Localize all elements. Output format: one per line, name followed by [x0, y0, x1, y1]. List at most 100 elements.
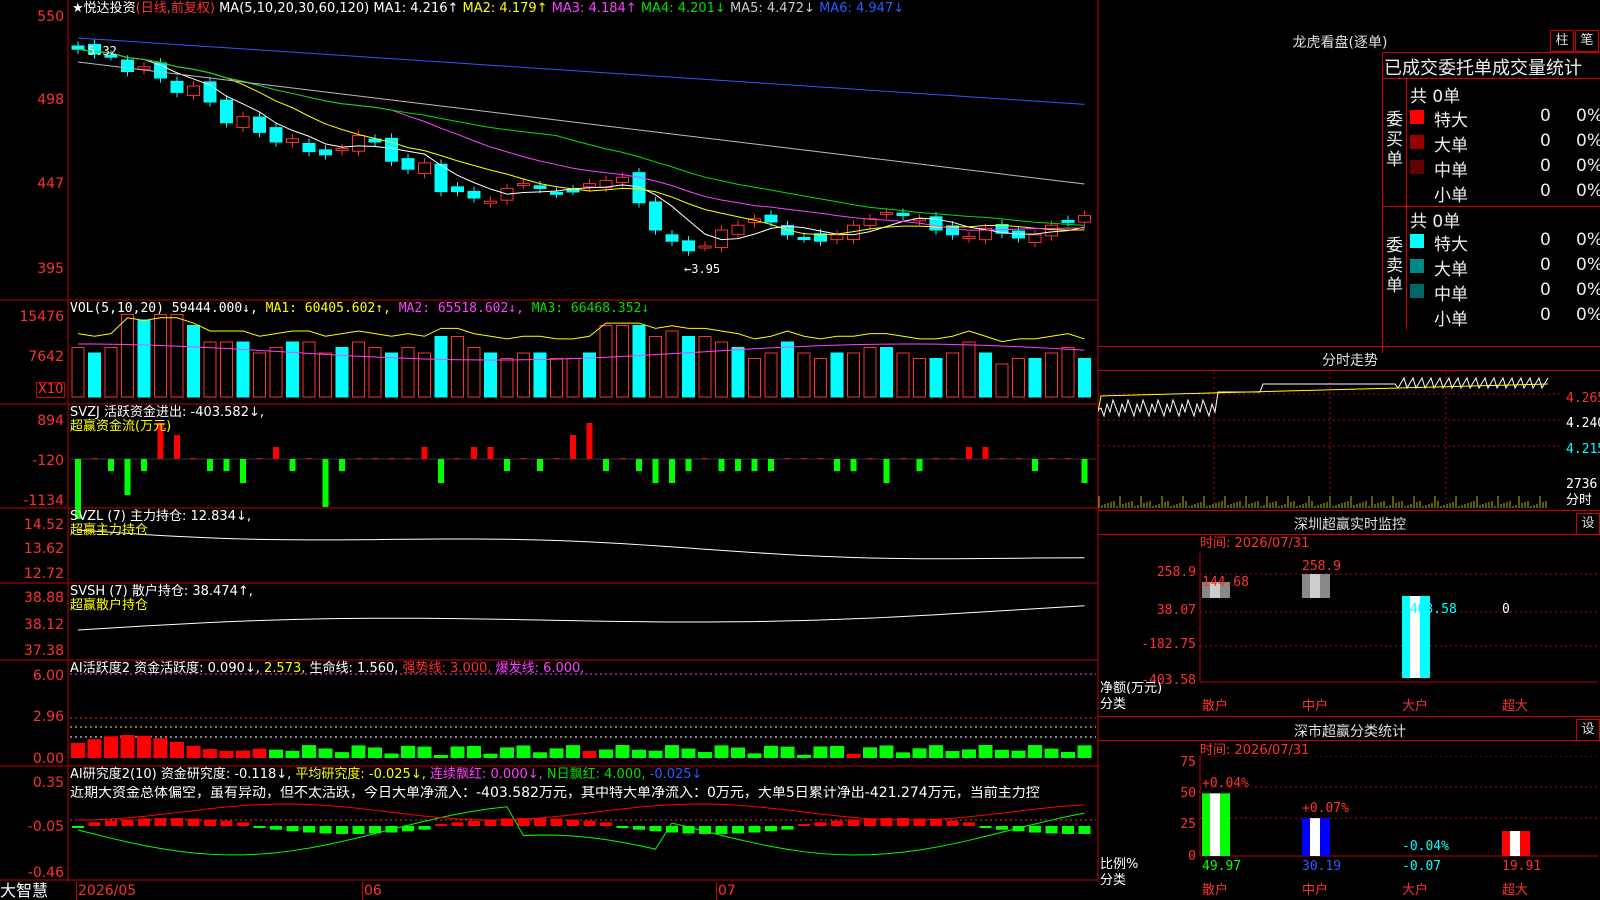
- ai-research-bar: [352, 826, 365, 834]
- volume-bar: [566, 358, 580, 398]
- ai-active-bar: [120, 735, 135, 758]
- ai-active-bar: [681, 748, 696, 758]
- ai-active-bar: [285, 750, 300, 758]
- volume-bar: [1012, 358, 1025, 398]
- ai-active-bar: [269, 749, 283, 758]
- ai-active-bar: [731, 747, 745, 758]
- candle-body: [1028, 234, 1042, 243]
- svzj-header: SVZJ 活跃资金进出: -403.582↓,: [70, 405, 265, 420]
- ai-research-bar: [1078, 826, 1091, 834]
- candle-body: [121, 59, 134, 73]
- column-toggle-button[interactable]: 柱: [1550, 30, 1574, 52]
- date-axis-1: 06: [364, 883, 382, 899]
- ai-research-bar: [220, 820, 233, 826]
- candle-body: [880, 211, 893, 215]
- candle-body: [517, 183, 530, 187]
- svzl-axis-1: 13.62: [23, 541, 64, 557]
- volume-bar: [434, 336, 448, 398]
- monitor-bar-value: 258.9: [1302, 559, 1342, 574]
- class-bar: [1302, 818, 1330, 856]
- ma-item-3: MA3: 4.184↑: [551, 1, 641, 16]
- ai-research-bar: [567, 819, 579, 826]
- tick-toggle-button[interactable]: 笔: [1575, 30, 1599, 52]
- volume-bar: [385, 352, 398, 398]
- ai-active-bar: [665, 745, 679, 758]
- candle-body: [1078, 215, 1091, 223]
- svzj-subtitle: 超赢资金流(万元): [70, 419, 172, 434]
- candle-body: [187, 85, 200, 96]
- ai-active-bar: [599, 749, 613, 758]
- volume-unit: X10: [36, 382, 66, 398]
- tab-volume-stats[interactable]: 成交量统计: [1492, 58, 1582, 79]
- ai-commentary: 近期大资金总体偏空，虽有异动，但不太活跃，今日大单净流入：-403.582万元，…: [70, 786, 1040, 800]
- volume-bar: [319, 352, 332, 398]
- monitor-axis-0: 258.9: [1156, 565, 1196, 580]
- ai-active-bar: [219, 750, 234, 758]
- ai-research-bar: [451, 822, 464, 826]
- candle-body: [962, 235, 976, 239]
- price-axis-0: 550: [37, 9, 64, 25]
- volume-bar: [814, 358, 827, 398]
- monitor-settings-button[interactable]: 设: [1576, 513, 1600, 535]
- volume-bar: [583, 352, 596, 398]
- tab-filled[interactable]: 已成交: [1384, 58, 1438, 79]
- volume-bar: [236, 341, 250, 398]
- candle-body: [352, 135, 365, 152]
- svzj-bar: [801, 458, 807, 459]
- svzj-bar: [355, 458, 362, 459]
- price-axis-3: 395: [37, 261, 64, 277]
- svzl-path: [77, 529, 1085, 560]
- volume-bar: [368, 347, 382, 398]
- intraday-avg-line: [1098, 383, 1549, 413]
- ai-research-bar: [831, 820, 843, 826]
- volume-bar: [913, 358, 926, 398]
- svzj-axis-0: 894: [37, 413, 64, 429]
- ai-research-bar: [946, 820, 959, 826]
- class-bar-change: -0.04%: [1402, 839, 1449, 854]
- candle-body: [302, 142, 316, 153]
- candle-body: [1045, 224, 1058, 237]
- intraday-axis-0: 4.265: [1566, 391, 1600, 406]
- candle-body: [71, 45, 85, 50]
- ma-label: MA(5,10,20,30,60,120): [219, 1, 370, 16]
- ai-research-header: AI研究度2(10) 资金研究度: -0.118↓, 平均研究度: -0.025…: [70, 767, 703, 782]
- svzj-bar: [207, 459, 213, 471]
- ai-active-bar: [1077, 745, 1092, 758]
- candle-body: [616, 176, 629, 183]
- sell-row-count: 0: [1540, 230, 1551, 250]
- volume-bar: [1078, 358, 1091, 398]
- sell-row-name: 小单: [1434, 310, 1468, 330]
- class-bar-category: 散户: [1202, 883, 1229, 898]
- ai-research-bar: [253, 826, 266, 829]
- candle-body: [401, 158, 415, 170]
- svzj-bar: [883, 459, 890, 483]
- ai-active-bar: [450, 746, 465, 758]
- tab-orders[interactable]: 委托单: [1438, 58, 1492, 79]
- sell-row-count: 0: [1540, 280, 1551, 300]
- buy-swatch: [1410, 160, 1424, 174]
- monitor-bar-category: 中户: [1302, 699, 1329, 714]
- ai-active-bar: [813, 746, 828, 758]
- volume-bar: [632, 325, 646, 398]
- volume-bar: [880, 347, 893, 398]
- sell-row-name: 特大: [1434, 235, 1468, 255]
- intraday-axis-1: 4.240: [1566, 416, 1600, 431]
- svzj-bar: [916, 459, 923, 471]
- ai-research-bar: [847, 819, 860, 826]
- svzj-bar: [817, 458, 824, 459]
- ai-active-bar: [846, 753, 861, 758]
- volume-bar: [137, 319, 151, 398]
- svzj-bar: [1032, 459, 1038, 471]
- ai-active-bar: [995, 749, 1009, 758]
- volume-bar: [929, 358, 943, 398]
- buy-row-pct: 0%: [1576, 131, 1600, 151]
- volume-bar: [946, 352, 959, 398]
- ma-item-1: MA1: 4.216↑: [373, 1, 463, 16]
- ai-active-bar: [203, 749, 217, 758]
- volume-bar: [253, 352, 266, 398]
- ai-active-axis-1: 2.96: [32, 709, 64, 725]
- class-settings-button[interactable]: 设: [1576, 719, 1600, 741]
- sell-swatch: [1410, 259, 1424, 273]
- volume-bar: [203, 341, 217, 398]
- svzj-bar: [372, 458, 378, 459]
